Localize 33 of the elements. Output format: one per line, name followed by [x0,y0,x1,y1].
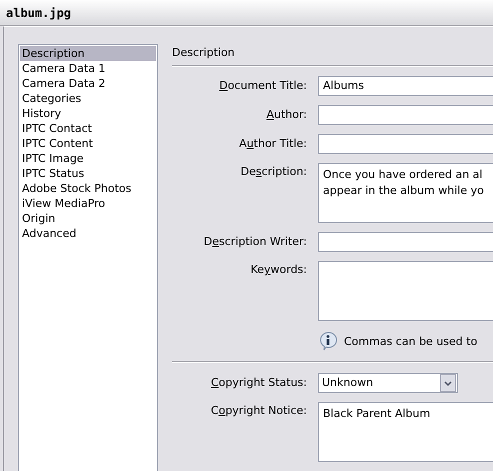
category-item[interactable]: History [20,106,156,121]
text-area[interactable]: Black Parent Album [318,402,493,462]
dropdown[interactable]: Unknown [318,373,458,393]
field-label: Document Title: [219,78,307,94]
field-label: Copyright Status: [210,375,307,391]
field-label: Author: [266,107,307,123]
category-item[interactable]: Adobe Stock Photos [20,181,156,196]
category-item[interactable]: Categories [20,91,156,106]
field-label: Copyright Notice: [210,404,307,417]
field-label: Description: [240,165,307,178]
text-field[interactable] [318,232,493,252]
text-area[interactable] [318,261,493,321]
category-item[interactable]: IPTC Contact [20,121,156,136]
category-item[interactable]: IPTC Image [20,151,156,166]
text-field[interactable]: Albums [318,76,493,96]
field-label: Description Writer: [204,234,307,250]
field-label: Keywords: [250,263,307,276]
category-item[interactable]: Advanced [20,226,156,241]
text-area[interactable]: Once you have ordered an al appear in the album while yo [318,163,493,223]
text-field[interactable] [318,105,493,125]
category-item[interactable]: IPTC Status [20,166,156,181]
info-icon [318,331,338,351]
category-item[interactable]: IPTC Content [20,136,156,151]
category-item[interactable]: Camera Data 2 [20,76,156,91]
category-item[interactable]: Origin [20,211,156,226]
category-item[interactable]: Description [20,46,156,61]
text-field[interactable] [318,134,493,154]
window-title: album.jpg [6,6,72,20]
field-label: Author Title: [239,136,307,152]
section-heading: Description [172,45,235,61]
category-item[interactable]: Camera Data 1 [20,61,156,76]
hint-text: Commas can be used to [344,334,478,348]
category-item[interactable]: iView MediaPro [20,196,156,211]
